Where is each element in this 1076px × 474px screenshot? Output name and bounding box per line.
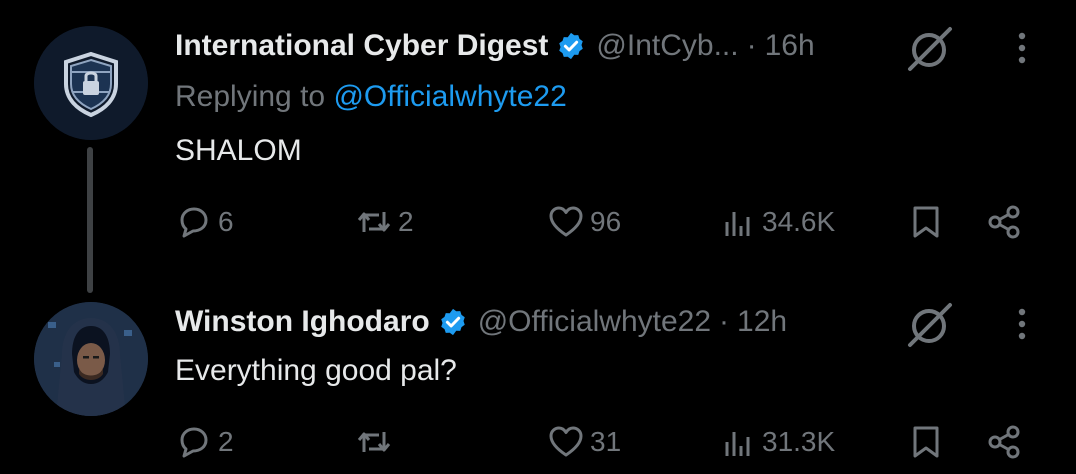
bookmark-button[interactable]	[906, 414, 946, 470]
reply-count: 6	[218, 206, 234, 237]
repost-button[interactable]	[354, 414, 398, 470]
bookmark-icon	[913, 426, 939, 458]
share-button[interactable]	[984, 194, 1024, 250]
views-icon	[725, 212, 750, 236]
author-name[interactable]: Winston Ighodaro	[175, 305, 430, 339]
like-button[interactable]: 96	[546, 194, 621, 250]
replying-to: Replying to @Officialwhyte22	[175, 80, 567, 114]
tweet-text: SHALOM	[175, 134, 302, 167]
avatar[interactable]	[34, 26, 148, 140]
bookmark-icon	[913, 206, 939, 238]
more-icon[interactable]	[1010, 302, 1034, 346]
share-button[interactable]	[984, 414, 1024, 470]
repost-icon	[357, 212, 391, 232]
views-count: 34.6K	[762, 206, 836, 237]
grok-icon[interactable]	[902, 296, 958, 352]
like-button[interactable]: 31	[546, 414, 621, 470]
tweet-header: Winston Ighodaro @Officialwhyte22 · 12h	[175, 300, 787, 344]
tweet-actions: 2 31 31.3K	[0, 414, 1076, 470]
grok-icon[interactable]	[902, 20, 958, 76]
share-icon	[988, 205, 1020, 239]
reply-button[interactable]: 2	[174, 414, 234, 470]
views-count: 31.3K	[762, 426, 836, 457]
views-button[interactable]: 31.3K	[718, 414, 835, 470]
author-handle[interactable]: @Officialwhyte22	[478, 305, 711, 339]
verified-badge-icon	[438, 307, 468, 337]
reply-count: 2	[218, 426, 234, 457]
author-name[interactable]: International Cyber Digest	[175, 29, 548, 63]
more-icon[interactable]	[1010, 26, 1034, 70]
reply-icon	[180, 427, 208, 458]
share-icon	[988, 425, 1020, 459]
repost-count: 2	[398, 206, 414, 237]
timestamp[interactable]: 16h	[765, 29, 815, 63]
author-handle[interactable]: @IntCyb...	[596, 29, 738, 63]
reply-icon	[180, 207, 208, 238]
tweet-text: Everything good pal?	[175, 354, 457, 387]
views-icon	[725, 432, 750, 456]
bookmark-button[interactable]	[906, 194, 946, 250]
like-icon	[549, 426, 583, 457]
verified-badge-icon	[556, 31, 586, 61]
views-button[interactable]: 34.6K	[718, 194, 835, 250]
tweet-actions: 6 2 96 34.6K	[0, 194, 1076, 250]
replying-to-handle[interactable]: @Officialwhyte22	[333, 80, 566, 113]
reply-button[interactable]: 6	[174, 194, 234, 250]
repost-icon	[357, 432, 391, 452]
like-count: 31	[590, 426, 622, 457]
tweet-winston-ighodaro[interactable]: Winston Ighodaro @Officialwhyte22 · 12h …	[0, 290, 1076, 474]
avatar[interactable]	[34, 302, 148, 416]
separator-dot: ·	[719, 305, 730, 338]
timestamp[interactable]: 12h	[737, 305, 787, 339]
like-icon	[549, 206, 583, 237]
like-count: 96	[590, 206, 622, 237]
tweet-header: International Cyber Digest @IntCyb... · …	[175, 24, 815, 68]
replying-prefix: Replying to	[175, 80, 334, 113]
repost-button[interactable]: 2	[354, 194, 414, 250]
tweet-international-cyber-digest[interactable]: International Cyber Digest @IntCyb... · …	[0, 0, 1076, 290]
separator-dot: ·	[746, 29, 757, 62]
